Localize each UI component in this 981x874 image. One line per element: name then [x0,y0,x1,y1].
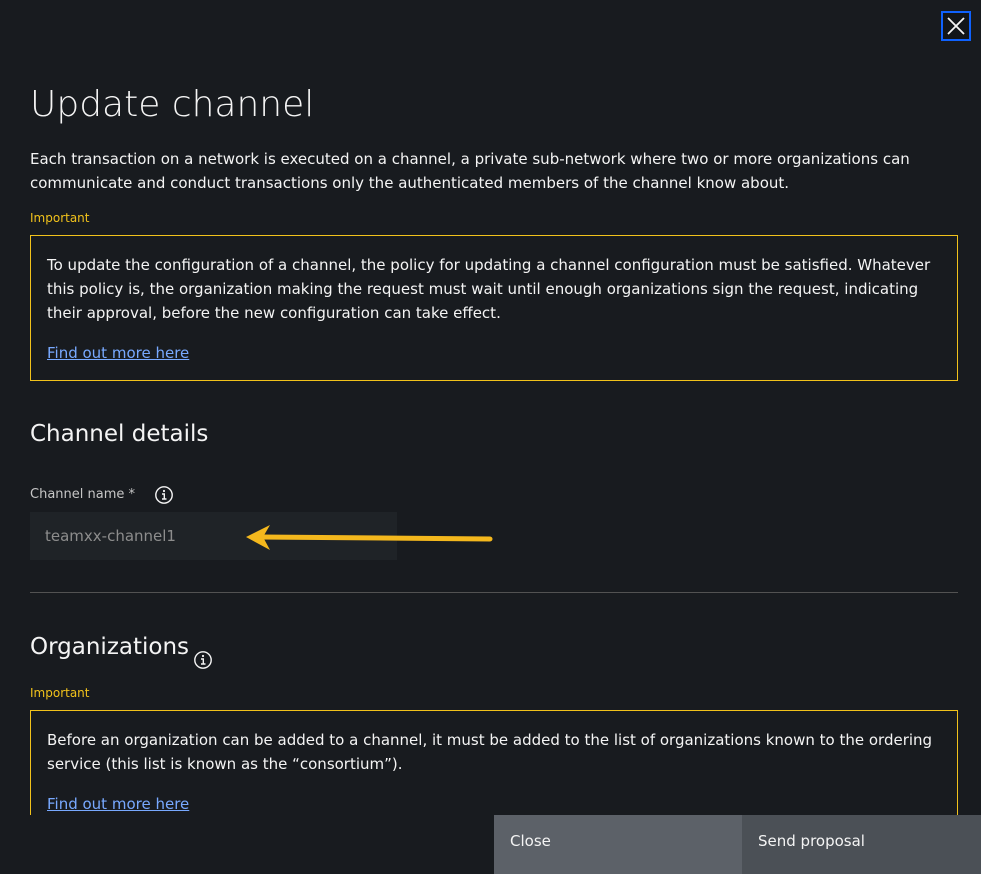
notice-text: To update the configuration of a channel… [47,256,931,322]
important-label: Important [30,211,90,225]
modal-title: Update channel [30,84,315,125]
close-icon [947,17,965,35]
info-icon[interactable] [193,650,213,670]
notice-text: Before an organization can be added to a… [47,731,933,773]
channel-name-value: teamxx-channel1 [45,527,176,545]
channel-name-label: Channel name * [30,487,136,502]
close-modal-button[interactable] [941,11,971,41]
modal-footer: Close Send proposal [494,815,981,874]
organizations-heading: Organizations [30,634,190,660]
find-out-more-link[interactable]: Find out more here [47,792,189,816]
section-divider [30,592,958,593]
annotation-arrow [246,525,493,550]
important-notice: To update the configuration of a channel… [30,235,958,381]
modal-description: Each transaction on a network is execute… [30,150,910,192]
send-proposal-button[interactable]: Send proposal [742,815,981,874]
channel-details-heading: Channel details [30,421,209,447]
info-icon[interactable] [154,485,174,505]
footer-spacer [0,815,494,874]
find-out-more-link[interactable]: Find out more here [47,341,189,365]
close-button[interactable]: Close [494,815,742,874]
important-label: Important [30,686,90,700]
